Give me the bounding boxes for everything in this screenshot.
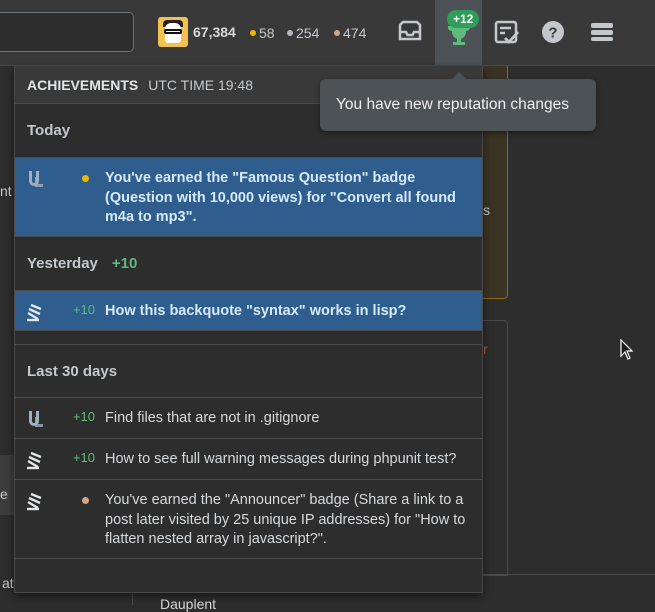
background-fragment: s xyxy=(483,202,490,218)
background-fragment: at xyxy=(2,575,14,591)
help-icon[interactable]: ? xyxy=(538,17,568,47)
achievement-text: How to see full warning messages during … xyxy=(105,451,457,467)
site-switcher-icon[interactable] xyxy=(587,17,617,47)
unix-linux-site-icon xyxy=(29,411,43,427)
rep-change: +10 xyxy=(72,302,95,317)
reputation-tooltip: You have new reputation changes xyxy=(320,72,596,131)
section-last-30-days: Last 30 days xyxy=(15,344,482,398)
unix-linux-site-icon xyxy=(29,171,43,187)
mouse-cursor-icon xyxy=(620,339,634,360)
achievements-title: ACHIEVEMENTS xyxy=(27,76,139,93)
rep-change: +10 xyxy=(72,409,95,424)
background-fragment: r xyxy=(483,341,488,357)
yesterday-rep-delta: +10 xyxy=(111,255,138,272)
top-bar: 67,384 58 254 474 +12 ? xyxy=(0,0,655,66)
user-avatar[interactable] xyxy=(158,17,188,47)
achievement-item[interactable]: You've earned the "Famous Question" badg… xyxy=(15,158,482,237)
stack-overflow-site-icon xyxy=(27,492,42,511)
tooltip-text: You have new reputation changes xyxy=(336,96,569,113)
reputation-score[interactable]: 67,384 xyxy=(193,24,236,40)
achievement-text: You've earned the "Announcer" badge (Sha… xyxy=(105,492,466,547)
background-panel xyxy=(0,455,14,515)
achievements-delta-badge: +12 xyxy=(447,10,480,28)
inbox-icon[interactable] xyxy=(395,17,425,47)
achievements-dropdown: ACHIEVEMENTS UTC TIME 19:48 Today You've… xyxy=(14,66,483,593)
stack-overflow-site-icon xyxy=(27,451,42,470)
achievement-text: Find files that are not in .gitignore xyxy=(105,410,320,426)
bronze-badge-dot xyxy=(82,497,89,504)
achievement-item[interactable]: +10 How to see full warning messages dur… xyxy=(15,439,482,480)
gold-badge-dot xyxy=(82,175,89,182)
bronze-badge-count: 474 xyxy=(334,25,366,41)
background-fragment: nt xyxy=(0,183,12,199)
background-fragment: Dauplent xyxy=(160,596,217,612)
achievement-text: How this backquote "syntax" works in lis… xyxy=(105,303,407,319)
section-yesterday: Yesterday +10 xyxy=(15,237,482,291)
achievement-item[interactable]: +10 Find files that are not in .gitignor… xyxy=(15,398,482,439)
achievement-item[interactable]: +10 How this backquote "syntax" works in… xyxy=(15,291,482,331)
review-queue-icon[interactable] xyxy=(491,17,521,47)
svg-text:?: ? xyxy=(548,25,557,42)
utc-time: UTC TIME 19:48 xyxy=(148,76,254,93)
gold-badge-count: 58 xyxy=(250,25,275,41)
achievement-item[interactable]: You've earned the "Announcer" badge (Sha… xyxy=(15,480,482,559)
achievement-text: You've earned the "Famous Question" badg… xyxy=(105,170,456,225)
background-fragment: e xyxy=(0,486,8,502)
search-input[interactable] xyxy=(0,12,134,52)
silver-badge-count: 254 xyxy=(287,25,319,41)
rep-change: +10 xyxy=(72,450,95,465)
stack-overflow-site-icon xyxy=(27,303,42,322)
